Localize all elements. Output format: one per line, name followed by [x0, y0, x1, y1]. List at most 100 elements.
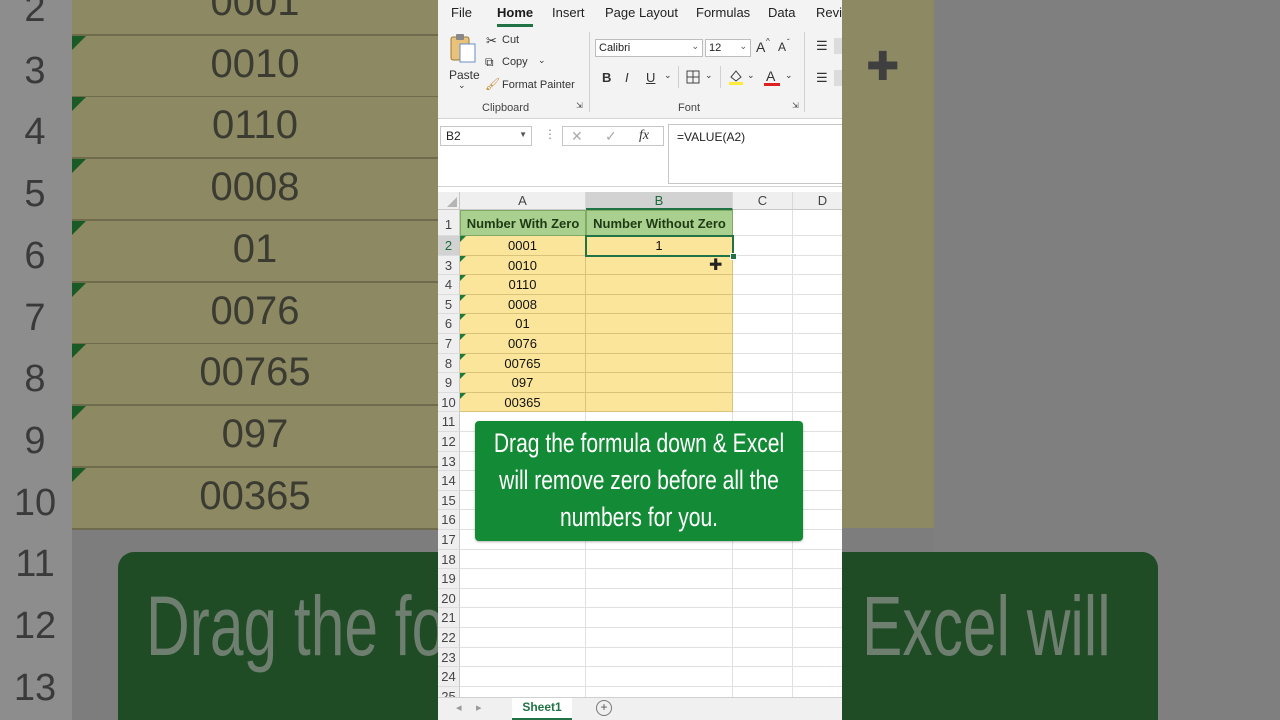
cell-c8[interactable]: [733, 353, 793, 374]
cell-d2[interactable]: [793, 236, 842, 256]
cell-c10[interactable]: [733, 392, 793, 413]
row-header-5[interactable]: 5: [438, 294, 460, 315]
cell-d23[interactable]: [793, 648, 842, 668]
row-header-19[interactable]: 19: [438, 569, 460, 589]
cell-a19[interactable]: [460, 569, 586, 589]
cell-d22[interactable]: [793, 628, 842, 648]
cell-a10[interactable]: 00365: [460, 392, 586, 413]
cell-b1[interactable]: Number Without Zero: [586, 210, 733, 236]
cell-d9[interactable]: [793, 373, 842, 393]
cell-d21[interactable]: [793, 608, 842, 628]
cell-a24[interactable]: [460, 667, 586, 687]
row-header-22[interactable]: 22: [438, 628, 460, 648]
font-name-select[interactable]: Calibri ⌄: [595, 39, 703, 57]
cell-d4[interactable]: [793, 275, 842, 295]
cell-c9[interactable]: [733, 373, 793, 393]
cell-a8[interactable]: 00765: [460, 353, 586, 374]
row-header-14[interactable]: 14: [438, 471, 460, 491]
align-top-icon[interactable]: ☰: [816, 38, 828, 54]
tab-insert[interactable]: Insert: [552, 5, 585, 20]
cell-a7[interactable]: 0076: [460, 334, 586, 354]
cell-d20[interactable]: [793, 589, 842, 609]
fill-color-dropdown-icon[interactable]: ⌄: [747, 70, 755, 81]
cell-b18[interactable]: [586, 549, 733, 570]
format-painter-button[interactable]: Format Painter: [502, 79, 575, 91]
cell-a20[interactable]: [460, 588, 586, 609]
align-middle-icon[interactable]: [834, 38, 842, 54]
row-header-12[interactable]: 12: [438, 432, 460, 452]
fill-handle[interactable]: [730, 253, 737, 260]
bold-button[interactable]: B: [602, 70, 611, 85]
name-box[interactable]: B2 ▼: [440, 126, 532, 146]
cell-d1[interactable]: [793, 210, 842, 236]
cell-d6[interactable]: [793, 314, 842, 334]
cell-d5[interactable]: [793, 295, 842, 315]
add-sheet-icon[interactable]: +: [596, 700, 612, 716]
row-header-4[interactable]: 4: [438, 275, 460, 295]
cell-c23[interactable]: [733, 647, 793, 668]
fill-color-icon[interactable]: [728, 68, 744, 86]
row-header-1[interactable]: 1: [438, 210, 460, 236]
row-header-23[interactable]: 23: [438, 647, 460, 668]
font-color-dropdown-icon[interactable]: ⌄: [785, 70, 793, 81]
row-header-3[interactable]: 3: [438, 255, 460, 276]
tab-formulas[interactable]: Formulas: [696, 5, 750, 20]
cell-c18[interactable]: [733, 549, 793, 570]
font-color-button[interactable]: A: [764, 68, 782, 88]
row-header-18[interactable]: 18: [438, 549, 460, 570]
row-header-20[interactable]: 20: [438, 588, 460, 609]
cell-a18[interactable]: [460, 549, 586, 570]
cell-b6[interactable]: [586, 314, 733, 334]
cell-d19[interactable]: [793, 569, 842, 589]
cell-b10[interactable]: [586, 392, 733, 413]
shrink-font-button[interactable]: A: [778, 40, 786, 54]
cell-a21[interactable]: [460, 608, 586, 628]
column-header-a[interactable]: A: [460, 192, 586, 210]
cell-b7[interactable]: [586, 334, 733, 354]
row-header-17[interactable]: 17: [438, 530, 460, 550]
cell-b2[interactable]: 1: [586, 236, 733, 256]
tab-home[interactable]: Home: [497, 5, 533, 20]
paste-button[interactable]: Paste ⌄: [446, 32, 480, 90]
cut-button[interactable]: Cut: [502, 34, 519, 46]
row-header-24[interactable]: 24: [438, 667, 460, 687]
cell-a3[interactable]: 0010: [460, 255, 586, 276]
cell-d18[interactable]: [793, 550, 842, 570]
row-header-11[interactable]: 11: [438, 412, 460, 432]
select-all-button[interactable]: [438, 192, 460, 210]
cell-d10[interactable]: [793, 393, 842, 413]
cell-a2[interactable]: 0001: [460, 236, 586, 256]
cell-b24[interactable]: [586, 667, 733, 687]
row-header-7[interactable]: 7: [438, 334, 460, 354]
tab-review[interactable]: Revie: [816, 5, 842, 20]
next-sheet-icon[interactable]: ▸: [476, 701, 482, 714]
cell-c20[interactable]: [733, 588, 793, 609]
column-header-b[interactable]: B: [586, 192, 733, 210]
row-header-16[interactable]: 16: [438, 510, 460, 530]
more-options-icon[interactable]: ⋮: [544, 127, 556, 141]
cell-d3[interactable]: [793, 256, 842, 276]
cell-a9[interactable]: 097: [460, 373, 586, 393]
cell-c7[interactable]: [733, 334, 793, 354]
cell-b4[interactable]: [586, 275, 733, 295]
insert-function-button[interactable]: fx: [639, 128, 649, 144]
font-size-select[interactable]: 12 ⌄: [705, 39, 751, 57]
row-header-21[interactable]: 21: [438, 608, 460, 628]
underline-dropdown-icon[interactable]: ⌄: [664, 70, 672, 81]
underline-button[interactable]: U: [646, 70, 655, 85]
column-header-c[interactable]: C: [733, 192, 793, 210]
cell-c4[interactable]: [733, 275, 793, 295]
tab-page-layout[interactable]: Page Layout: [605, 5, 678, 20]
cell-c22[interactable]: [733, 628, 793, 648]
cancel-icon[interactable]: ✕: [571, 128, 583, 145]
borders-dropdown-icon[interactable]: ⌄: [705, 70, 713, 81]
borders-icon[interactable]: [686, 70, 700, 84]
row-header-10[interactable]: 10: [438, 392, 460, 413]
align-left-icon[interactable]: ☰: [816, 70, 828, 86]
row-header-6[interactable]: 6: [438, 314, 460, 334]
tab-file[interactable]: File: [451, 5, 472, 20]
cell-a23[interactable]: [460, 647, 586, 668]
cell-a5[interactable]: 0008: [460, 294, 586, 315]
align-center-icon[interactable]: [834, 70, 842, 86]
cell-b22[interactable]: [586, 628, 733, 648]
